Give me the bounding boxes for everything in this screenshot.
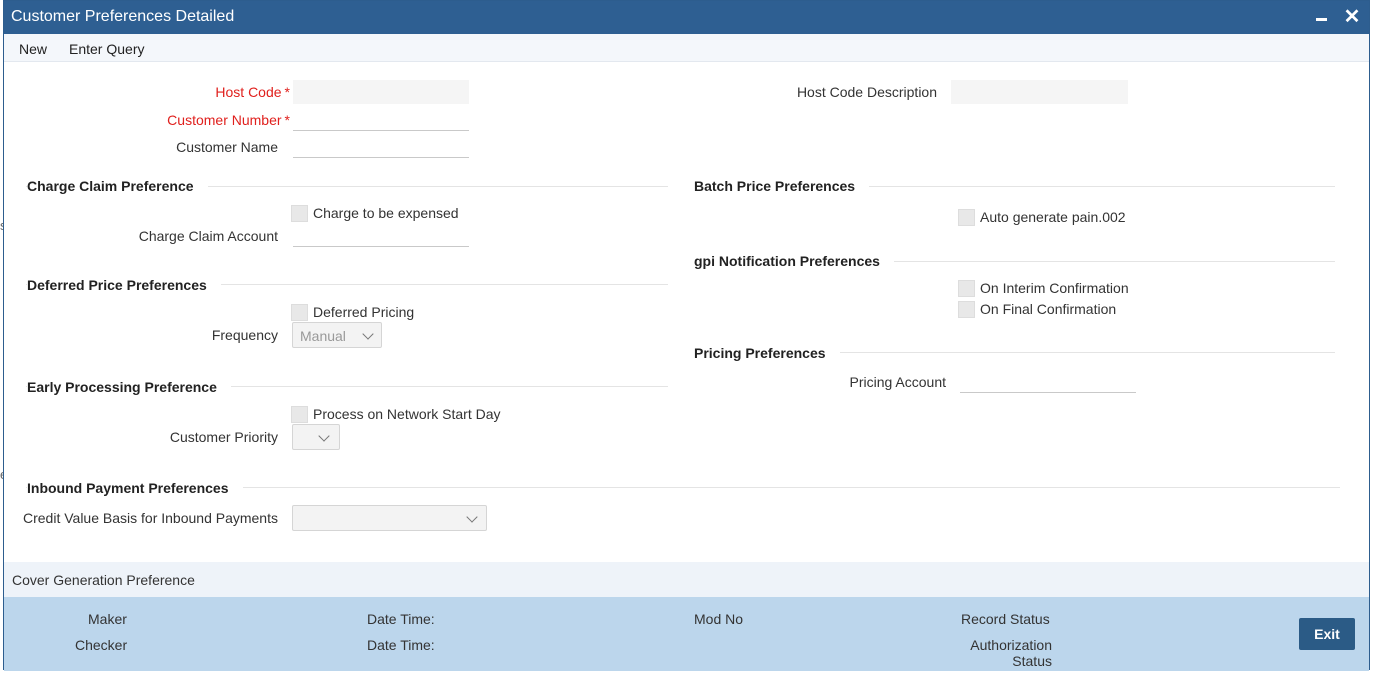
customer-preferences-window: Customer Preferences Detailed ✕ New Ente… bbox=[3, 0, 1370, 671]
customer-priority-label: Customer Priority bbox=[169, 429, 278, 445]
exit-button[interactable]: Exit bbox=[1299, 618, 1355, 650]
record-status-label: Record Status bbox=[961, 611, 1050, 627]
chevron-down-icon bbox=[466, 511, 478, 523]
process-on-network-start-day-label: Process on Network Start Day bbox=[313, 406, 501, 422]
host-code-label: Host Code * bbox=[215, 84, 290, 100]
chevron-down-icon bbox=[362, 328, 374, 340]
host-code-field[interactable] bbox=[293, 80, 469, 104]
chevron-down-icon bbox=[318, 430, 330, 442]
checker-date-time-label: Date Time: bbox=[367, 637, 435, 653]
customer-name-label: Customer Name bbox=[176, 139, 278, 155]
host-code-description-label: Host Code Description bbox=[796, 84, 937, 100]
on-final-confirmation-checkbox[interactable] bbox=[958, 301, 975, 318]
customer-number-label: Customer Number * bbox=[167, 112, 290, 128]
minimize-icon[interactable] bbox=[1312, 7, 1332, 27]
checker-label: Checker bbox=[75, 637, 128, 653]
menu-enter-query[interactable]: Enter Query bbox=[69, 41, 144, 57]
window-title: Customer Preferences Detailed bbox=[11, 8, 235, 25]
deferred-price-section-title: Deferred Price Preferences bbox=[27, 277, 221, 293]
inbound-payment-section-title: Inbound Payment Preferences bbox=[27, 480, 243, 496]
mod-no-label: Mod No bbox=[694, 611, 744, 627]
menu-bar: New Enter Query bbox=[4, 34, 1369, 62]
customer-number-field[interactable] bbox=[293, 107, 469, 131]
charge-claim-account-label: Charge Claim Account bbox=[138, 228, 278, 244]
process-on-network-start-day-checkbox[interactable] bbox=[291, 406, 308, 423]
pricing-section-title: Pricing Preferences bbox=[694, 345, 840, 361]
menu-new[interactable]: New bbox=[19, 41, 47, 57]
customer-priority-select[interactable] bbox=[292, 424, 340, 450]
cover-generation-link[interactable]: Cover Generation Preference bbox=[12, 572, 195, 588]
pricing-account-field[interactable] bbox=[960, 369, 1136, 393]
charge-claim-account-field[interactable] bbox=[293, 223, 469, 247]
frequency-label: Frequency bbox=[211, 327, 278, 343]
close-icon[interactable]: ✕ bbox=[1342, 7, 1362, 27]
audit-footer: Maker Checker Date Time: Date Time: Mod … bbox=[4, 597, 1369, 671]
auto-generate-pain002-checkbox[interactable] bbox=[958, 209, 975, 226]
authorization-status-label: Authorization Status bbox=[970, 637, 1052, 669]
auto-generate-pain002-label: Auto generate pain.002 bbox=[980, 209, 1126, 225]
batch-price-section-title: Batch Price Preferences bbox=[694, 178, 870, 194]
early-processing-section-title: Early Processing Preference bbox=[27, 379, 231, 395]
maker-date-time-label: Date Time: bbox=[367, 611, 435, 627]
maker-label: Maker bbox=[88, 611, 127, 627]
cover-generation-bar: Cover Generation Preference bbox=[4, 562, 1369, 597]
charge-to-be-expensed-label: Charge to be expensed bbox=[313, 205, 459, 221]
charge-to-be-expensed-checkbox[interactable] bbox=[291, 205, 308, 222]
host-code-description-field[interactable] bbox=[951, 80, 1128, 104]
gpi-notification-section-title: gpi Notification Preferences bbox=[694, 253, 894, 269]
on-interim-confirmation-checkbox[interactable] bbox=[958, 280, 975, 297]
on-interim-confirmation-label: On Interim Confirmation bbox=[980, 280, 1129, 296]
on-final-confirmation-label: On Final Confirmation bbox=[980, 301, 1117, 317]
charge-claim-section-title: Charge Claim Preference bbox=[27, 178, 208, 194]
frequency-value: Manual bbox=[300, 328, 346, 344]
pricing-account-label: Pricing Account bbox=[849, 374, 947, 390]
deferred-pricing-checkbox[interactable] bbox=[291, 304, 308, 321]
customer-name-field[interactable] bbox=[293, 134, 469, 158]
title-bar: Customer Preferences Detailed ✕ bbox=[4, 1, 1369, 34]
credit-value-basis-select[interactable] bbox=[292, 505, 487, 531]
deferred-pricing-label: Deferred Pricing bbox=[313, 304, 415, 320]
credit-value-basis-label: Credit Value Basis for Inbound Payments bbox=[23, 510, 278, 526]
frequency-select[interactable]: Manual bbox=[292, 322, 382, 348]
